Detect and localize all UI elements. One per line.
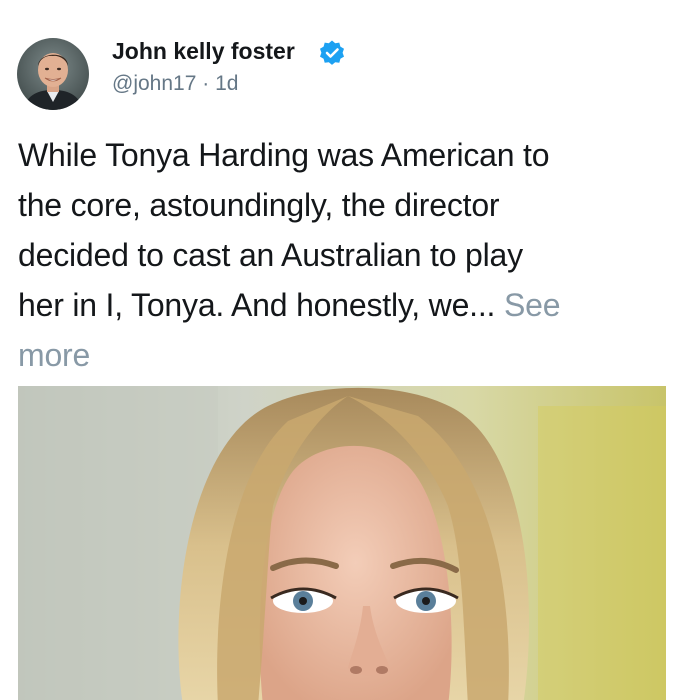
tweet-text-line: While Tonya Harding was American to [18,137,550,173]
meta-separator: · [202,72,210,95]
author-handle[interactable]: @john17 [112,72,196,95]
tweet-text: While Tonya Harding was American to the … [18,130,690,380]
tweet-text-line: her in I, Tonya. And honestly, we... [18,287,496,323]
tweet-text-line: the core, astoundingly, the director [18,187,500,223]
see-more-link-continued[interactable]: more [18,330,690,380]
tweet-text-line: decided to cast an Australian to play [18,237,523,273]
tweet-card: John kelly foster @john17 · 1d While Ton… [0,0,700,700]
tweet-timestamp[interactable]: 1d [215,72,238,95]
avatar-image [17,38,89,110]
avatar[interactable] [17,38,89,110]
author-display-name[interactable]: John kelly foster [112,38,295,65]
verified-badge-icon [320,40,344,65]
tweet-photo[interactable] [18,386,666,700]
photo-image [18,386,666,700]
see-more-link[interactable]: See [504,287,561,323]
tweet-text-line-last: her in I, Tonya. And honestly, we... See [18,280,690,330]
tweet-meta: @john17 · 1d [112,72,238,96]
